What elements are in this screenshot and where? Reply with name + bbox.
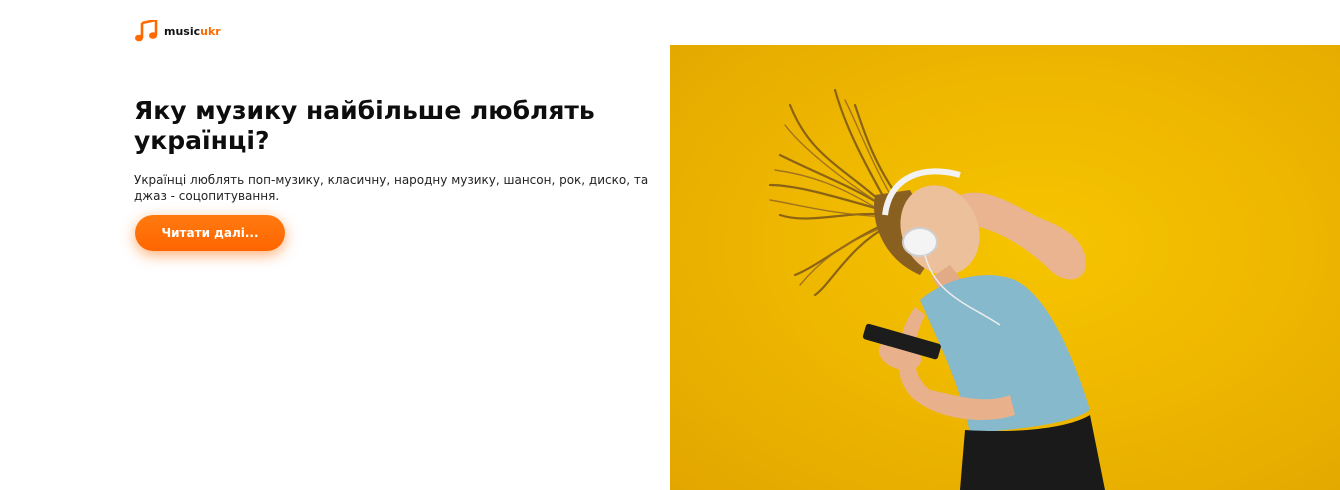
brand-name-accent: ukr	[200, 24, 221, 38]
hero-image	[670, 45, 1340, 490]
hero-description: Українці люблять поп-музику, класичну, н…	[134, 173, 649, 203]
woman-with-headphones-illustration	[768, 88, 1105, 490]
read-more-button[interactable]: Читати далі...	[135, 215, 285, 251]
brand-name: musicukr	[164, 25, 221, 38]
music-note-icon	[135, 20, 158, 42]
landing-page: musicukr Яку музику найбільше люблять ук…	[0, 0, 1340, 490]
site-logo[interactable]: musicukr	[134, 20, 221, 42]
hero-title: Яку музику найбільше люблять українці?	[134, 96, 595, 155]
brand-name-main: music	[164, 24, 201, 38]
